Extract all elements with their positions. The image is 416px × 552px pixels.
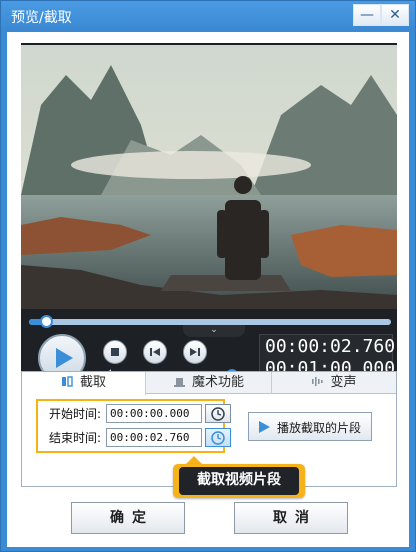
tab-voice-change[interactable]: 变声 [272,372,396,394]
magic-hat-icon [173,378,185,387]
play-clip-button[interactable]: 播放截取的片段 [248,412,372,441]
callout-tooltip: 截取视频片段 [173,464,305,498]
progress-handle[interactable] [40,315,53,328]
waveform-icon [312,377,324,386]
tab-bar: 截取 魔术功能 变声 [22,372,396,395]
play-clip-label: 播放截取的片段 [277,421,362,435]
callout-text: 截取视频片段 [179,467,299,495]
start-time-label: 开始时间: [49,407,102,421]
preview-cut-window: 预览/截取 — ✕ ⌄ 00:00:02.760 00:01:00.000 截取… [0,0,416,552]
stop-icon [111,348,119,356]
clock-icon [211,431,225,445]
minimize-button[interactable]: — [353,4,381,26]
title-bar[interactable]: 预览/截取 — ✕ [1,1,415,31]
set-end-time-button[interactable] [205,428,231,447]
video-frame [21,45,397,309]
window-title: 预览/截取 [11,10,72,26]
end-time-input[interactable]: 00:00:02.760 [106,428,202,447]
tab-cut-label: 截取 [79,375,106,390]
current-time: 00:00:02.760 [265,336,396,357]
step-forward-icon [190,348,200,356]
tab-magic[interactable]: 魔术功能 [146,372,272,394]
next-frame-button[interactable] [183,340,207,364]
play-icon [56,348,73,368]
dialog-body: ⌄ 00:00:02.760 00:01:00.000 截取 魔术功能 变声 开… [7,32,409,547]
close-button[interactable]: ✕ [381,4,409,26]
tab-magic-label: 魔术功能 [191,375,244,390]
set-start-time-button[interactable] [205,404,231,423]
collapse-toggle[interactable]: ⌄ [183,325,245,337]
start-time-input[interactable]: 00:00:00.000 [106,404,202,423]
end-time-label: 结束时间: [49,431,102,445]
stop-button[interactable] [103,340,127,364]
step-back-icon [150,348,160,356]
tab-voice-change-label: 变声 [330,375,357,390]
tab-cut[interactable]: 截取 [22,372,146,395]
ok-button[interactable]: 确定 [71,502,185,534]
play-icon [259,421,270,433]
scissors-icon [61,376,73,387]
clock-icon [211,407,225,421]
cancel-button[interactable]: 取消 [234,502,348,534]
previous-frame-button[interactable] [143,340,167,364]
